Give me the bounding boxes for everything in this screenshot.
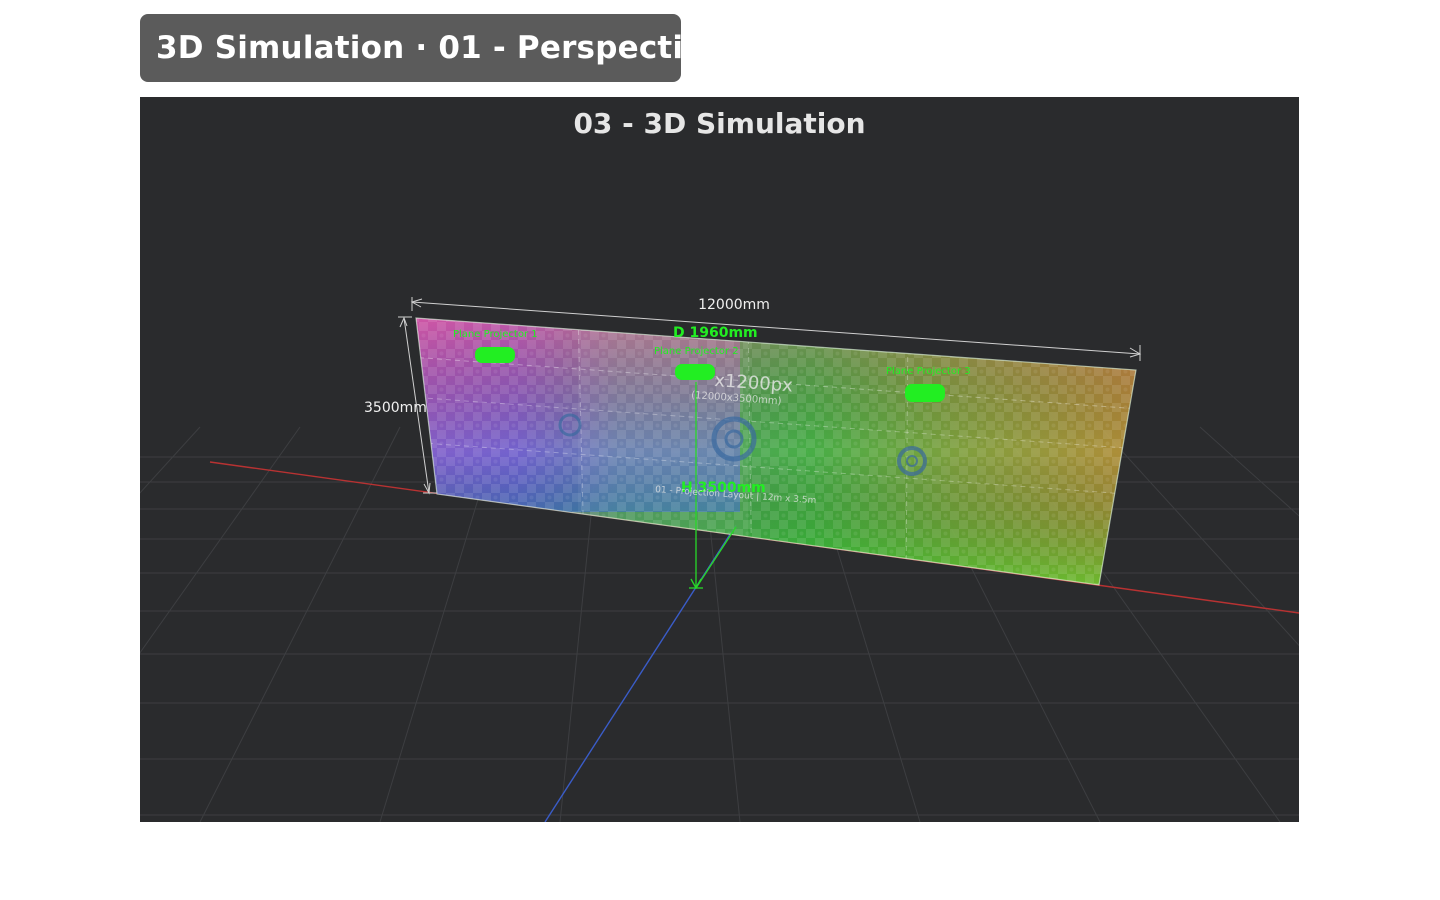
projector-2-body[interactable] bbox=[675, 364, 715, 380]
projector-1-label: Plane Projector 1 bbox=[453, 329, 538, 340]
projector-3-label: Plane Projector 3 bbox=[886, 366, 971, 377]
projector-1-body[interactable] bbox=[475, 347, 515, 363]
depth-label: D 1960mm bbox=[673, 325, 758, 341]
view-title-badge: 3D Simulation · 01 - Perspective bbox=[140, 14, 725, 82]
3d-viewport[interactable]: 12000mm 3500mm D 1960mm H 3500mm Plane P… bbox=[140, 97, 1299, 822]
projector-3-body[interactable] bbox=[905, 384, 945, 402]
width-label: 12000mm bbox=[698, 297, 770, 313]
viewport-title: 03 - 3D Simulation bbox=[573, 107, 866, 140]
projection-screen[interactable] bbox=[410, 312, 1140, 592]
projector-2-label: Plane Projector 2 bbox=[654, 346, 739, 357]
view-title: 3D Simulation · 01 - Perspective bbox=[156, 30, 725, 66]
scene-canvas[interactable]: 12000mm 3500mm D 1960mm H 3500mm Plane P… bbox=[140, 97, 1299, 822]
height-label: 3500mm bbox=[364, 400, 427, 416]
